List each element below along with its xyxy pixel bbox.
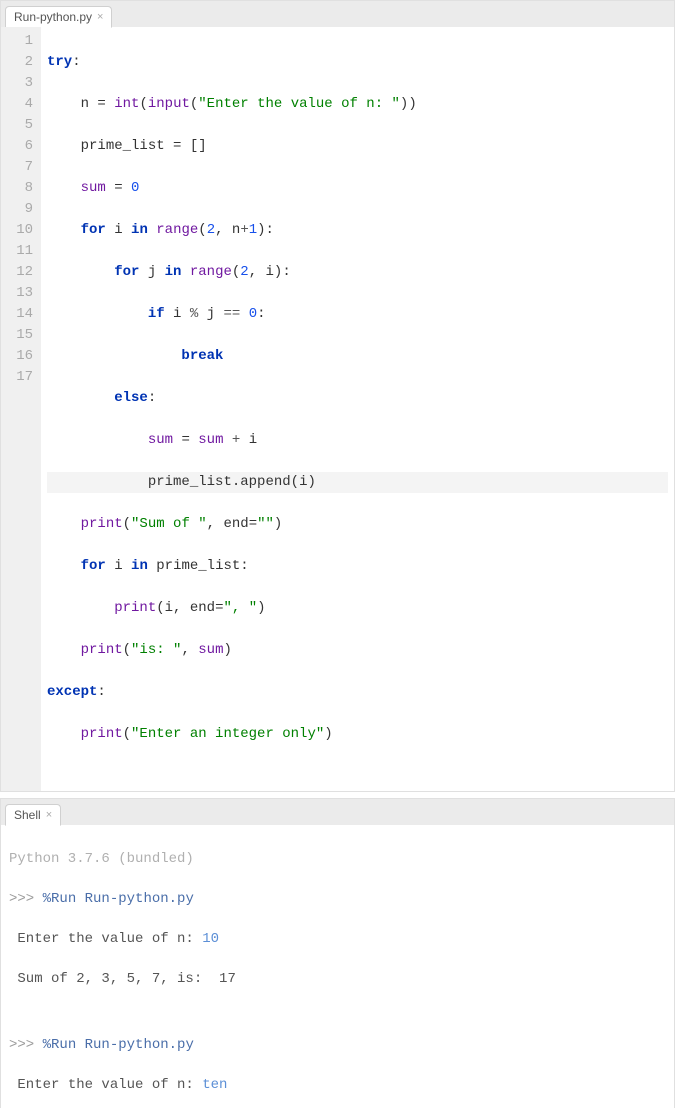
editor-panel: Run-python.py × 1 2 3 4 5 6 7 8 9 10 11 …: [0, 0, 675, 792]
line-number: 11: [5, 241, 33, 262]
shell-output: Sum of 2, 3, 5, 7, is: 17: [9, 969, 666, 989]
line-number: 2: [5, 52, 33, 73]
line-number: 8: [5, 178, 33, 199]
close-icon[interactable]: ×: [97, 11, 103, 23]
line-number: 1: [5, 31, 33, 52]
editor-tab-label: Run-python.py: [14, 10, 92, 24]
close-icon[interactable]: ×: [46, 809, 52, 821]
shell-tab-label: Shell: [14, 808, 41, 822]
line-number: 10: [5, 220, 33, 241]
shell-prompt: >>>: [9, 1037, 34, 1053]
shell-panel: Shell × Python 3.7.6 (bundled) >>> %Run …: [0, 798, 675, 1108]
line-number: 4: [5, 94, 33, 115]
code-editor[interactable]: 1 2 3 4 5 6 7 8 9 10 11 12 13 14 15 16 1…: [1, 27, 674, 791]
shell-output: Enter the value of n: 10: [9, 929, 666, 949]
code-area[interactable]: try: n = int(input("Enter the value of n…: [41, 27, 674, 791]
line-number: 3: [5, 73, 33, 94]
line-number: 14: [5, 304, 33, 325]
line-number: 5: [5, 115, 33, 136]
editor-tab-bar: Run-python.py ×: [1, 1, 674, 27]
shell-output: Enter the value of n: ten: [9, 1075, 666, 1095]
line-number: 9: [5, 199, 33, 220]
line-number: 12: [5, 262, 33, 283]
line-number: 7: [5, 157, 33, 178]
line-number: 6: [5, 136, 33, 157]
line-number: 15: [5, 325, 33, 346]
shell-tab-bar: Shell ×: [1, 799, 674, 825]
line-number: 13: [5, 283, 33, 304]
line-number: 16: [5, 346, 33, 367]
line-number-gutter: 1 2 3 4 5 6 7 8 9 10 11 12 13 14 15 16 1…: [1, 27, 41, 791]
shell-banner: Python 3.7.6 (bundled): [9, 849, 666, 869]
shell-area[interactable]: Python 3.7.6 (bundled) >>> %Run Run-pyth…: [1, 825, 674, 1108]
shell-command: %Run Run-python.py: [43, 1037, 194, 1053]
line-number: 17: [5, 367, 33, 388]
shell-command: %Run Run-python.py: [43, 891, 194, 907]
shell-prompt: >>>: [9, 891, 34, 907]
editor-tab[interactable]: Run-python.py ×: [5, 6, 112, 28]
shell-tab[interactable]: Shell ×: [5, 804, 61, 826]
